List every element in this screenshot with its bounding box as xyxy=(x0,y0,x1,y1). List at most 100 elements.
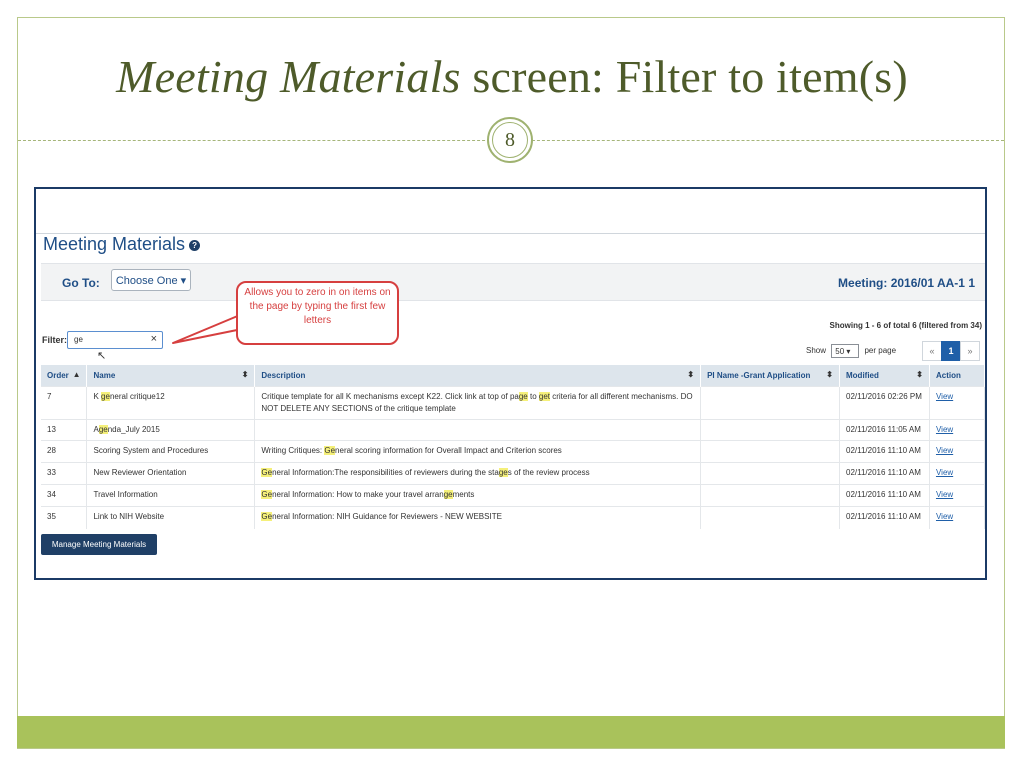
goto-bar: Go To: Choose One ▾ Meeting: 2016/01 AA-… xyxy=(41,263,985,301)
cell-text: Travel Information xyxy=(93,490,158,499)
cell-order: 13 xyxy=(41,419,88,441)
manage-meeting-materials-button[interactable]: Manage Meeting Materials xyxy=(41,534,157,555)
show-label: Show xyxy=(806,346,827,356)
view-link[interactable]: View xyxy=(929,419,985,441)
filter-match-highlight: ge xyxy=(498,468,508,477)
cell-text: Link to NIH Website xyxy=(93,512,165,521)
view-link[interactable]: View xyxy=(929,386,985,420)
filter-match-highlight: Ge xyxy=(261,512,273,521)
filter-match-highlight: ge xyxy=(98,425,108,434)
filter-match-highlight: get xyxy=(538,392,550,401)
cell-pi-name xyxy=(700,462,840,485)
per-page-value: 50 xyxy=(835,347,845,356)
filter-input-value: ge xyxy=(74,335,83,344)
page-title-text: Meeting Materials xyxy=(43,234,186,254)
column-header-action: Action xyxy=(929,365,985,387)
goto-dropdown-button[interactable]: Choose One ▾ xyxy=(111,269,191,291)
cell-order: 7 xyxy=(41,386,88,420)
cell-text: neral Information: NIH Guidance for Revi… xyxy=(272,512,502,521)
pager-prev-button[interactable]: « xyxy=(922,341,942,361)
column-header-description[interactable]: Description ⬍ xyxy=(254,365,702,387)
view-link[interactable]: View xyxy=(929,484,985,507)
filter-label: Filter: xyxy=(42,335,68,345)
page-number: 8 xyxy=(492,122,528,158)
column-header-order[interactable]: Order ▲ xyxy=(41,365,88,387)
cell-description: Critique template for all K mechanisms e… xyxy=(254,386,702,420)
filter-match-highlight: Ge xyxy=(261,490,273,499)
slide-title: Meeting Materials screen: Filter to item… xyxy=(0,50,1024,103)
filter-input[interactable]: ge × xyxy=(67,331,163,349)
table-header-row: Order ▲ Name ⬍ Description ⬍ PI Name -Grant… xyxy=(41,365,985,387)
goto-label: Go To: xyxy=(62,276,100,290)
cell-name: Agenda_July 2015 xyxy=(86,419,256,441)
cell-name: Scoring System and Procedures xyxy=(86,440,256,463)
header-modified-label: Modified xyxy=(846,371,879,380)
view-link[interactable]: View xyxy=(929,440,985,463)
cell-modified: 02/11/2016 11:05 AM xyxy=(839,419,930,441)
cell-description: General Information:The responsibilities… xyxy=(254,462,702,485)
header-action-label: Action xyxy=(935,371,961,380)
cell-name: Link to NIH Website xyxy=(86,506,256,529)
table-row: 35 Link to NIH Website General Information… xyxy=(41,506,985,529)
callout-box: Allows you to zero in on items on the pa… xyxy=(236,281,399,345)
column-header-name[interactable]: Name ⬍ xyxy=(86,365,256,387)
cell-name: New Reviewer Orientation xyxy=(86,462,256,485)
table-body: 7K general critique12 Critique template f… xyxy=(41,386,985,529)
cell-text: Writing Critiques: xyxy=(261,446,325,455)
cell-text: to xyxy=(527,392,539,401)
slide-title-rest: screen: Filter to item(s) xyxy=(460,51,908,102)
materials-table: Order ▲ Name ⬍ Description ⬍ PI Name -Grant… xyxy=(41,365,985,529)
page-number-badge: 8 xyxy=(487,117,533,163)
slide-title-italic: Meeting Materials xyxy=(116,51,461,102)
cell-text: K xyxy=(93,392,102,401)
view-link[interactable]: View xyxy=(929,506,985,529)
cell-text: nda_July 2015 xyxy=(107,425,160,434)
cell-text: Scoring System and Procedures xyxy=(93,446,209,455)
cell-description: General Information: How to make your tr… xyxy=(254,484,702,507)
help-circle-icon[interactable]: ? xyxy=(189,239,201,251)
table-row: 34 Travel Information General Information:… xyxy=(41,484,985,507)
header-description-label: Description xyxy=(261,371,306,380)
view-link[interactable]: View xyxy=(929,462,985,485)
table-row: 28 Scoring System and Procedures Writing C… xyxy=(41,440,985,463)
cell-description xyxy=(254,419,702,441)
header-pi-label: PI Name -Grant Application xyxy=(707,371,811,380)
per-page-select[interactable]: 50 ▾ xyxy=(831,344,860,358)
cell-text: neral critique12 xyxy=(109,392,165,401)
cell-order: 35 xyxy=(41,506,88,529)
cell-modified: 02/11/2016 11:10 AM xyxy=(839,506,930,529)
pager-page-1[interactable]: 1 xyxy=(941,341,961,361)
filter-clear-icon[interactable]: × xyxy=(151,333,157,345)
cell-description: General Information: NIH Guidance for Re… xyxy=(254,506,702,529)
cell-modified: 02/11/2016 11:10 AM xyxy=(839,484,930,507)
cell-text: neral Information: How to make your trav… xyxy=(272,490,444,499)
column-header-pi-name[interactable]: PI Name -Grant Application ⬍ xyxy=(700,365,840,387)
sort-icon: ⬍ xyxy=(687,370,695,379)
sort-asc-icon: ▲ xyxy=(72,370,81,379)
cell-text: ments xyxy=(452,490,475,499)
cell-text: neral Information:The responsibilities o… xyxy=(272,468,499,477)
table-row: 7K general critique12 Critique template f… xyxy=(41,386,985,420)
column-header-modified[interactable]: Modified ⬍ xyxy=(839,365,930,387)
filter-match-highlight: Ge xyxy=(324,446,336,455)
mouse-cursor-icon: ↖ xyxy=(97,350,107,362)
cell-modified: 02/11/2016 11:10 AM xyxy=(839,440,930,463)
filter-match-highlight: Ge xyxy=(261,468,273,477)
app-top-strip xyxy=(36,189,985,234)
filter-match-highlight: ge xyxy=(101,392,110,401)
per-page-control: Show 50 ▾ per page xyxy=(806,344,896,358)
meeting-label: Meeting: 2016/01 AA-1 1 xyxy=(838,276,975,290)
pager-next-button[interactable]: » xyxy=(960,341,980,361)
cell-text: Critique template for all K mechanisms e… xyxy=(261,392,519,401)
cell-pi-name xyxy=(700,506,840,529)
table-row: 33 New Reviewer Orientation General Inform… xyxy=(41,462,985,485)
cell-pi-name xyxy=(700,440,840,463)
sort-icon: ⬍ xyxy=(916,370,923,379)
header-name-label: Name xyxy=(93,371,116,380)
cell-text: New Reviewer Orientation xyxy=(93,468,187,477)
cell-pi-name xyxy=(700,386,840,420)
cell-name: K general critique12 xyxy=(86,386,256,420)
cell-order: 28 xyxy=(41,440,88,463)
cell-pi-name xyxy=(700,484,840,507)
cell-text: s of the review process xyxy=(507,468,590,477)
